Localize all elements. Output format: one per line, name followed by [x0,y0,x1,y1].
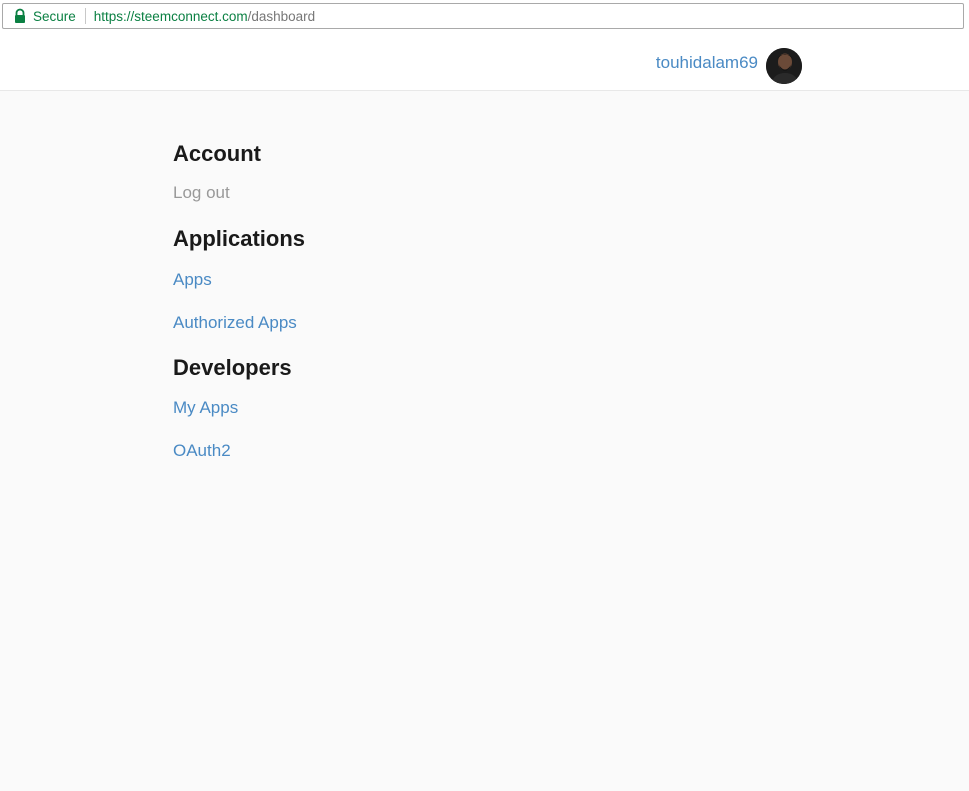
lock-icon [12,8,28,24]
section-title-developers: Developers [173,355,292,380]
authorized-apps-link[interactable]: Authorized Apps [173,312,305,334]
my-apps-link[interactable]: My Apps [173,397,305,419]
secure-label: Secure [33,8,76,24]
section-title-account: Account [173,141,261,166]
dashboard-menu: Account Log out Applications Apps Author… [173,140,305,462]
url-path: /dashboard [247,8,316,24]
url-host: https://steemconnect.com [93,8,248,24]
address-bar[interactable]: Secure https://steemconnect.com /dashboa… [2,3,964,29]
url-divider [84,8,86,24]
oauth2-link[interactable]: OAuth2 [173,440,305,462]
logout-link[interactable]: Log out [173,182,305,204]
avatar[interactable] [766,48,802,84]
section-title-applications: Applications [173,226,306,251]
username-link[interactable]: touhidalam69 [656,53,758,73]
browser-toolbar: Secure https://steemconnect.com /dashboa… [0,0,969,34]
site-header: touhidalam69 [0,34,969,91]
user-avatar-image [766,48,802,84]
apps-link[interactable]: Apps [173,269,305,291]
